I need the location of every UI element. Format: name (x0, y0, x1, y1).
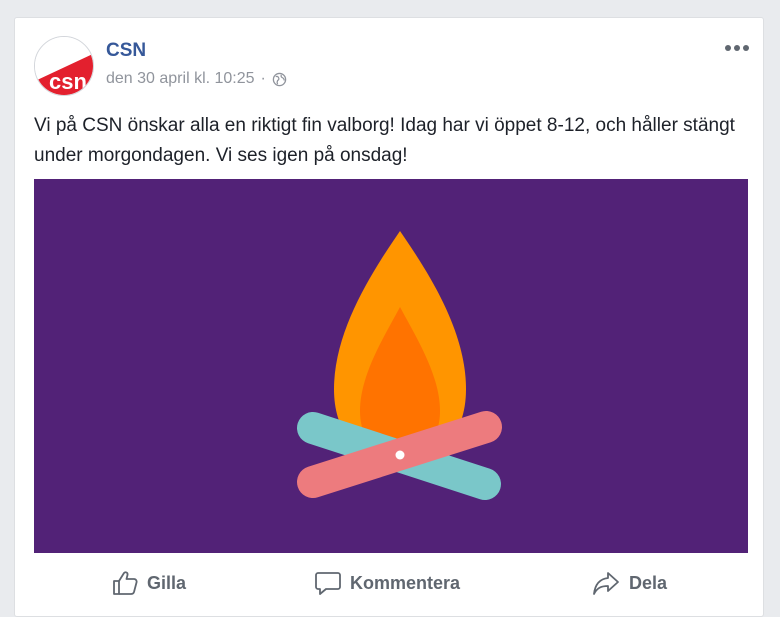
action-bar: Gilla Kommentera Dela (15, 563, 763, 603)
post-timestamp[interactable]: den 30 april kl. 10:25 (106, 70, 255, 88)
campfire-illustration (297, 231, 502, 500)
thumbs-up-icon (113, 571, 138, 595)
more-dots-icon (725, 45, 749, 51)
post-card: csn CSN den 30 april kl. 10:25 · Vi på C… (14, 17, 764, 617)
share-label: Dela (629, 572, 668, 593)
csn-logo-icon: csn (35, 37, 93, 95)
comment-button[interactable]: Kommentera (314, 563, 460, 603)
page-avatar[interactable]: csn (34, 36, 94, 96)
meta-separator: · (260, 70, 266, 87)
globe-icon[interactable] (272, 72, 287, 87)
comment-bubble-icon (315, 572, 341, 595)
post-text: Vi på CSN önskar alla en riktigt fin val… (34, 115, 735, 166)
like-label: Gilla (147, 572, 187, 593)
comment-label: Kommentera (350, 572, 461, 593)
share-arrow-icon (593, 572, 619, 595)
page-name-link[interactable]: CSN (106, 40, 146, 62)
like-button[interactable]: Gilla (111, 563, 186, 603)
share-button[interactable]: Dela (591, 563, 667, 603)
post-meta: den 30 april kl. 10:25 · (106, 70, 287, 88)
more-options-button[interactable] (723, 38, 751, 58)
avatar-logo-text: csn (49, 69, 87, 94)
post-image[interactable] (34, 179, 748, 553)
log-center-dot (395, 450, 405, 460)
